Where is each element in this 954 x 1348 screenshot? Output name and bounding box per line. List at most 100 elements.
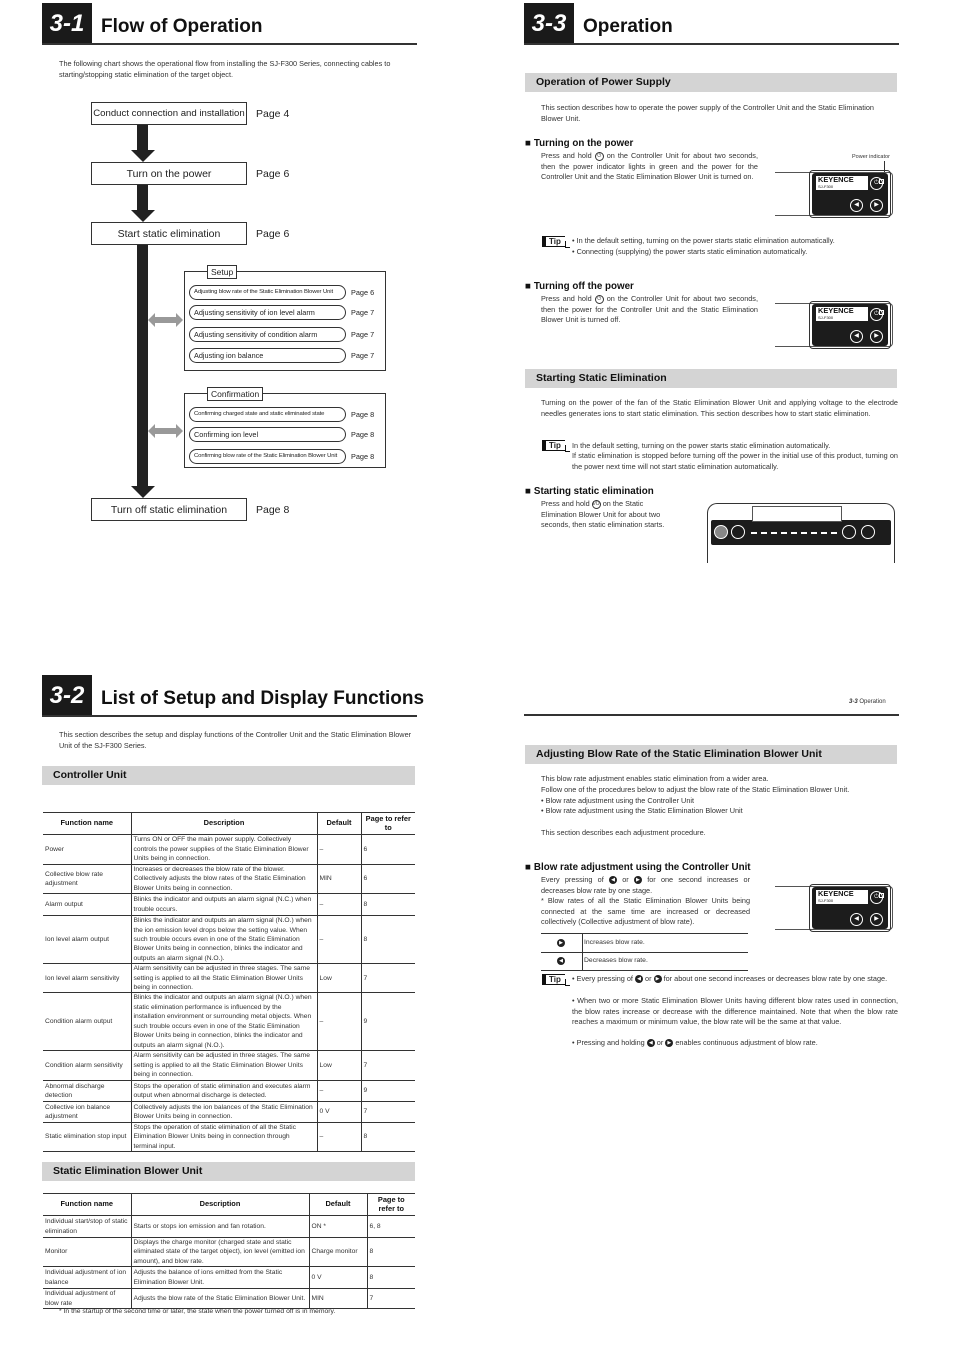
intro-text: This section describes how to operate th… <box>541 103 874 123</box>
flow-item: Confirming blow rate of the Static Elimi… <box>189 449 346 464</box>
table-row: Individual adjustment of blow rate Adjust… <box>43 1288 415 1310</box>
default-cell: – <box>316 915 361 965</box>
description-cell: Alarm sensitivity can be adjusted in thr… <box>130 963 317 994</box>
col-header: Page to refer to <box>366 1193 415 1216</box>
description-cell: Adjusts the blow rate of the Static Elim… <box>130 1288 309 1310</box>
default-cell: – <box>316 834 361 865</box>
description-cell: Collectively adjusts the ion balances of… <box>130 1101 317 1123</box>
subsection-bar: Operation of Power Supply <box>525 73 897 92</box>
controller-unit-image: KEYENCE SJ-F300 ⏻ ◀ ▶ <box>775 167 893 221</box>
subsection-bar: Starting Static Elimination <box>525 369 897 388</box>
page-ref: Page 6 <box>256 228 290 240</box>
page-ref-cell: 6 <box>360 834 415 865</box>
start-stop-button-icon: I/O <box>591 499 601 509</box>
controller-unit-image: KEYENCE SJ-F300 ⏻ ◀ ▶ <box>775 881 893 935</box>
right-button-icon: ▶ <box>633 876 642 885</box>
decrease-text: Decreases blow rate. <box>584 957 648 964</box>
blower-unit-image <box>707 503 895 563</box>
body-text: Press and hold ⏻ on the Controller Unit … <box>541 151 758 181</box>
flow-item: Confirming ion level <box>189 427 346 442</box>
page-ref: Page 7 <box>351 330 375 339</box>
page-ref-cell: 7 <box>360 963 415 994</box>
footnote: * In the startup of the second time or l… <box>59 1308 336 1315</box>
section-number: 3-2 <box>42 675 92 717</box>
col-header: Default <box>316 812 361 835</box>
power-button-icon: ⏻ <box>594 294 604 304</box>
flow-item: Adjusting blow rate of the Static Elimin… <box>189 285 346 300</box>
table-row: Alarm output Blinks the indicator and out… <box>43 893 415 917</box>
body-text: This section describes each adjustment p… <box>541 828 706 837</box>
page-ref: Page 7 <box>351 308 375 317</box>
page-ref-cell: 8 <box>360 893 415 917</box>
function-name-cell: Condition alarm sensitivity <box>43 1050 131 1081</box>
table-row: Condition alarm output Blinks the indicat… <box>43 992 415 1051</box>
tip-text: • When two or more Static Elimination Bl… <box>572 996 898 1026</box>
description-cell: Blinks the indicator and outputs an alar… <box>130 992 317 1051</box>
description-cell: Blinks the indicator and outputs an alar… <box>130 893 317 917</box>
heading: Blow rate adjustment using the Controlle… <box>525 862 751 873</box>
tip-badge: Tip <box>542 236 570 248</box>
bullet-item: • Blow rate adjustment using the Control… <box>541 796 695 805</box>
right-button-icon: ▶ <box>557 939 565 947</box>
divider <box>524 714 899 716</box>
description-cell: Blinks the indicator and outputs an alar… <box>130 915 317 965</box>
body-text: Press and hold ⏻ on the Controller Unit … <box>541 294 758 324</box>
description-cell: Stops the operation of static eliminatio… <box>130 1080 317 1102</box>
blower-functions-table: Function name Description Default Page t… <box>43 1193 415 1310</box>
section-title: List of Setup and Display Functions <box>101 688 425 709</box>
table-row: Collective blow rate adjustment Increases… <box>43 864 415 895</box>
default-cell: – <box>316 1080 361 1102</box>
col-header: Function name <box>43 1193 131 1216</box>
divider <box>524 43 899 45</box>
body-text: Follow one of the procedures below to ad… <box>541 785 850 794</box>
heading: Starting static elimination <box>525 486 654 497</box>
divider <box>42 43 417 45</box>
intro-text: This section describes the setup and dis… <box>59 730 412 750</box>
description-cell: Increases or decreases the blow rate of … <box>130 864 317 895</box>
description-cell: Adjusts the balance of ions emitted from… <box>130 1266 309 1290</box>
function-name-cell: Collective blow rate adjustment <box>43 864 131 895</box>
double-arrow-icon <box>148 313 183 327</box>
page-footer: 3-3 Operation <box>849 699 886 705</box>
function-name-cell: Individual adjustment of ion balance <box>43 1266 131 1290</box>
flow-step: Turn on the power <box>91 162 247 185</box>
tip-badge: Tip <box>542 974 570 986</box>
intro-text: Turning on the power of the fan of the S… <box>541 398 898 418</box>
intro-text: The following chart shows the operationa… <box>59 59 391 79</box>
tip-badge: Tip <box>542 440 570 452</box>
page-ref: Page 8 <box>351 452 375 461</box>
default-cell: Charge monitor <box>308 1237 367 1268</box>
section-number: 3-1 <box>42 3 92 45</box>
table-row: Ion level alarm output Blinks the indicat… <box>43 915 415 965</box>
function-name-cell: Individual adjustment of blow rate <box>43 1288 131 1310</box>
function-name-cell: Ion level alarm output <box>43 915 131 965</box>
function-name-cell: Individual start/stop of static eliminat… <box>43 1215 131 1238</box>
page-ref: Page 8 <box>256 504 290 516</box>
function-name-cell: Static elimination stop input <box>43 1122 131 1153</box>
page-ref-cell: 9 <box>360 992 415 1051</box>
page-ref: Page 8 <box>351 430 375 439</box>
divider <box>42 715 417 717</box>
page-ref: Page 6 <box>351 288 375 297</box>
page-ref-cell: 8 <box>360 915 415 965</box>
default-cell: MIN <box>316 864 361 895</box>
default-cell: ON * <box>308 1215 367 1238</box>
tip-text: If static elimination is stopped before … <box>572 451 898 471</box>
page-ref-cell: 7 <box>366 1288 415 1310</box>
function-name-cell: Monitor <box>43 1237 131 1268</box>
bullet-item: • Blow rate adjustment using the Static … <box>541 806 743 815</box>
table-row: Monitor Displays the charge monitor (char… <box>43 1237 415 1268</box>
left-button-icon: ◀ <box>850 913 863 926</box>
confirmation-label: Confirmation <box>207 387 264 401</box>
function-name-cell: Condition alarm output <box>43 992 131 1051</box>
controller-functions-table: Function name Description Default Page t… <box>43 812 415 1153</box>
right-button-icon: ▶ <box>870 330 883 343</box>
heading: Turning on the power <box>525 138 633 149</box>
increase-text: Increases blow rate. <box>584 939 645 946</box>
flow-item: Confirming charged state and static elim… <box>189 407 346 422</box>
setup-label: Setup <box>207 265 238 279</box>
table-row: Collective ion balance adjustment Collect… <box>43 1101 415 1123</box>
function-name-cell: Abnormal discharge detection <box>43 1080 131 1102</box>
controller-unit-image: KEYENCE SJ-F300 ⏻ ◀ ▶ <box>775 298 893 352</box>
body-text: Press and hold I/O on the Static Elimina… <box>541 499 665 529</box>
